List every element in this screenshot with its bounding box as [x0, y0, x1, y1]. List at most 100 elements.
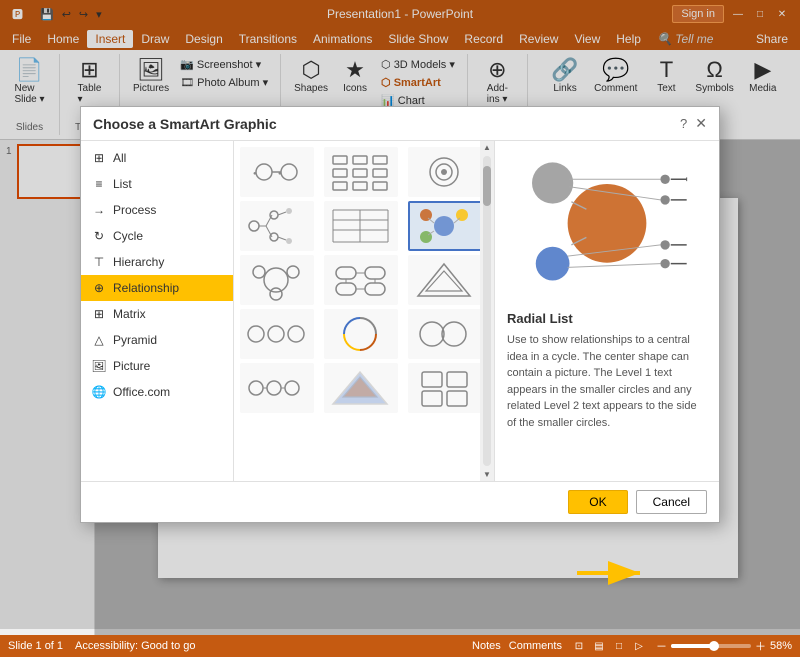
- cat-picture-label: Picture: [113, 359, 150, 373]
- ok-button[interactable]: OK: [568, 490, 627, 514]
- radial-preview-svg: [507, 153, 707, 303]
- cat-list-label: List: [113, 177, 132, 191]
- cat-pyramid-label: Pyramid: [113, 333, 157, 347]
- thumb-5[interactable]: [324, 201, 398, 251]
- cat-matrix-label: Matrix: [113, 307, 146, 321]
- thumb-14-svg: [328, 367, 393, 409]
- cat-office[interactable]: 🌐 Office.com: [81, 379, 233, 405]
- dialog-body: ⊞ All ≡ List → Process ↻ Cycle ⊤ Hiera: [81, 141, 719, 481]
- thumb-14[interactable]: [324, 363, 398, 413]
- thumb-12-svg: [412, 313, 477, 355]
- scroll-down-arrow[interactable]: ▼: [481, 468, 493, 481]
- zoom-fill: [671, 644, 711, 648]
- cat-all[interactable]: ⊞ All: [81, 145, 233, 171]
- thumb-1-svg: ● ●: [244, 151, 309, 193]
- thumb-6-svg: [412, 205, 477, 247]
- thumb-13-svg: [244, 367, 309, 409]
- thumb-8-svg: [328, 259, 393, 301]
- dialog-footer: OK Cancel: [81, 481, 719, 522]
- dialog-title: Choose a SmartArt Graphic: [93, 116, 277, 132]
- thumb-2[interactable]: [324, 147, 398, 197]
- thumb-5-svg: [328, 205, 393, 247]
- dialog-title-bar: Choose a SmartArt Graphic ? ✕: [81, 107, 719, 141]
- zoom-thumb[interactable]: [709, 641, 719, 651]
- outline-view-btn[interactable]: ▤: [590, 638, 608, 654]
- cat-hierarchy[interactable]: ⊤ Hierarchy: [81, 249, 233, 275]
- thumb-9-svg: [412, 259, 477, 301]
- thumbnail-scrollbar[interactable]: ▲ ▼: [480, 141, 494, 481]
- thumb-4[interactable]: [240, 201, 314, 251]
- accessibility-status: Accessibility: Good to go: [75, 640, 195, 652]
- thumb-7-svg: [244, 259, 309, 301]
- scroll-track[interactable]: [483, 156, 491, 466]
- slideshow-view-btn[interactable]: ▷: [630, 638, 648, 654]
- zoom-level: 58%: [770, 640, 792, 652]
- cancel-button[interactable]: Cancel: [636, 490, 707, 514]
- zoom-in-btn[interactable]: ＋: [755, 638, 766, 654]
- thumb-12[interactable]: [408, 309, 482, 359]
- thumb-7[interactable]: [240, 255, 314, 305]
- zoom-out-btn[interactable]: －: [656, 638, 667, 654]
- thumb-2-svg: [328, 151, 393, 193]
- thumbnails-panel: ● ●: [234, 141, 495, 481]
- dialog-help-button[interactable]: ?: [680, 116, 687, 131]
- cat-all-icon: ⊞: [91, 150, 107, 166]
- arrow-indicator: [572, 558, 652, 593]
- status-right: Notes Comments ⊡ ▤ □ ▷ － ＋ 58%: [472, 638, 792, 654]
- preview-description: Use to show relationships to a central i…: [507, 332, 707, 431]
- scroll-up-arrow[interactable]: ▲: [481, 141, 493, 154]
- comments-button[interactable]: Comments: [509, 640, 562, 652]
- dialog-title-icons: ? ✕: [680, 115, 707, 132]
- cat-relationship-label: Relationship: [113, 281, 179, 295]
- notes-button[interactable]: Notes: [472, 640, 501, 652]
- thumb-3-svg: [412, 151, 477, 193]
- thumb-3[interactable]: [408, 147, 482, 197]
- cat-cycle-icon: ↻: [91, 228, 107, 244]
- thumb-8[interactable]: [324, 255, 398, 305]
- cat-hierarchy-label: Hierarchy: [113, 255, 164, 269]
- thumb-1[interactable]: ● ●: [240, 147, 314, 197]
- cat-hierarchy-icon: ⊤: [91, 254, 107, 270]
- reading-view-btn[interactable]: □: [610, 638, 628, 654]
- cat-relationship-icon: ⊕: [91, 280, 107, 296]
- thumb-11[interactable]: [324, 309, 398, 359]
- thumb-15[interactable]: [408, 363, 482, 413]
- svg-text:●: ●: [278, 171, 282, 177]
- dialog-overlay: Choose a SmartArt Graphic ? ✕ ⊞ All ≡ Li…: [0, 0, 800, 629]
- normal-view-btn[interactable]: ⊡: [570, 638, 588, 654]
- thumb-13[interactable]: [240, 363, 314, 413]
- cat-cycle[interactable]: ↻ Cycle: [81, 223, 233, 249]
- cat-cycle-label: Cycle: [113, 229, 143, 243]
- thumb-11-svg: [328, 313, 393, 355]
- scroll-thumb: [483, 166, 491, 206]
- cat-matrix[interactable]: ⊞ Matrix: [81, 301, 233, 327]
- cat-process[interactable]: → Process: [81, 197, 233, 223]
- thumb-6-selected[interactable]: [408, 201, 482, 251]
- svg-text:●: ●: [253, 171, 257, 177]
- cat-picture[interactable]: 🖼 Picture: [81, 353, 233, 379]
- thumb-15-svg: [412, 367, 477, 409]
- cat-list-icon: ≡: [91, 176, 107, 192]
- cat-picture-icon: 🖼: [91, 358, 107, 374]
- view-buttons: ⊡ ▤ □ ▷: [570, 638, 648, 654]
- cat-process-icon: →: [91, 202, 107, 218]
- slide-info: Slide 1 of 1: [8, 640, 63, 652]
- thumb-grid: ● ●: [240, 147, 488, 413]
- cat-all-label: All: [113, 151, 126, 165]
- smartart-dialog: Choose a SmartArt Graphic ? ✕ ⊞ All ≡ Li…: [80, 106, 720, 523]
- dialog-close-button[interactable]: ✕: [695, 115, 707, 132]
- cat-process-label: Process: [113, 203, 156, 217]
- status-bar: Slide 1 of 1 Accessibility: Good to go N…: [0, 635, 800, 657]
- preview-image: [507, 153, 707, 303]
- thumb-9[interactable]: [408, 255, 482, 305]
- cat-pyramid-icon: △: [91, 332, 107, 348]
- cat-office-label: Office.com: [113, 385, 170, 399]
- cat-matrix-icon: ⊞: [91, 306, 107, 322]
- cat-pyramid[interactable]: △ Pyramid: [81, 327, 233, 353]
- cat-relationship[interactable]: ⊕ Relationship: [81, 275, 233, 301]
- thumb-10-svg: [244, 313, 309, 355]
- zoom-slider[interactable]: [671, 644, 751, 648]
- thumb-10[interactable]: [240, 309, 314, 359]
- ok-arrow-svg: [572, 558, 652, 588]
- cat-list[interactable]: ≡ List: [81, 171, 233, 197]
